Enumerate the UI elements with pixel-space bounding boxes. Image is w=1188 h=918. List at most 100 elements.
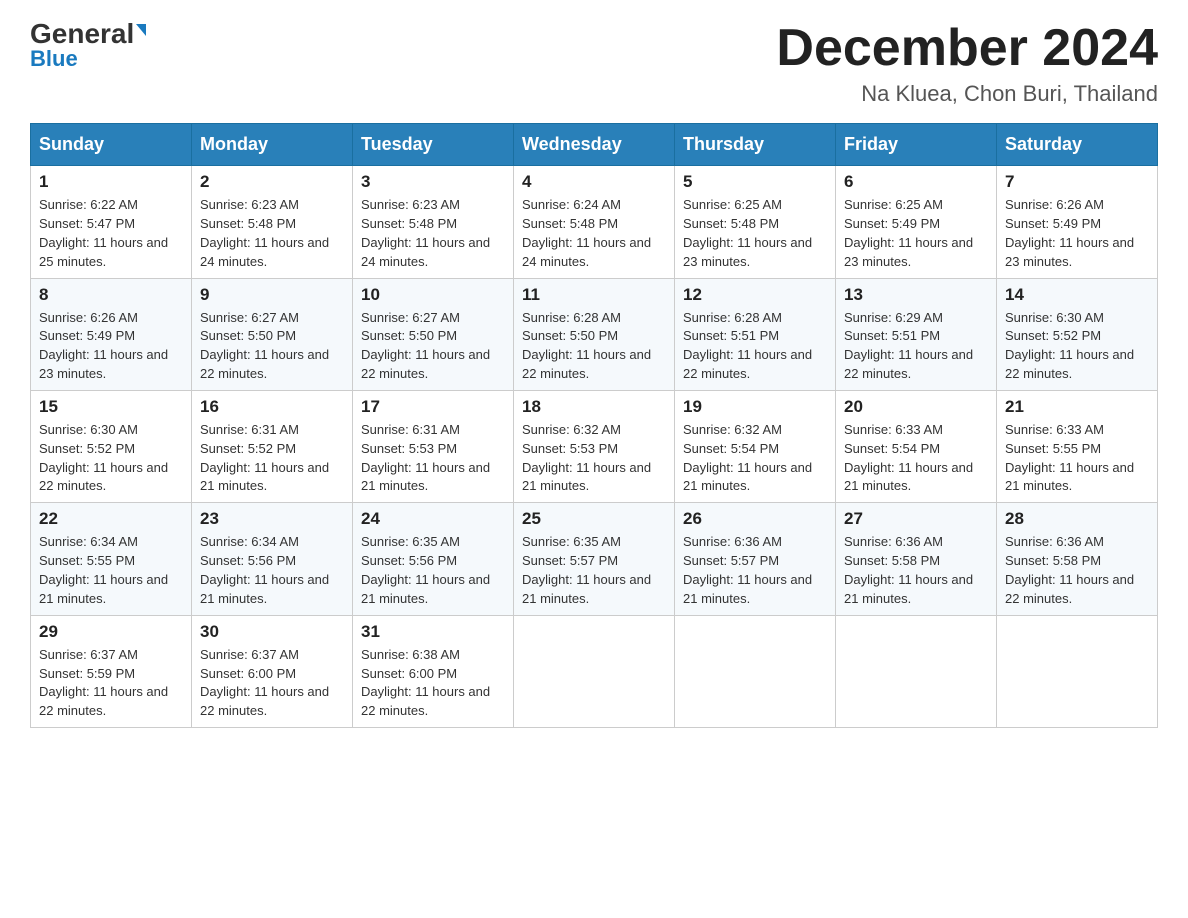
header: General Blue December 2024 Na Kluea, Cho… [30, 20, 1158, 107]
day-info: Sunrise: 6:37 AMSunset: 5:59 PMDaylight:… [39, 646, 183, 721]
calendar-cell: 22 Sunrise: 6:34 AMSunset: 5:55 PMDaylig… [31, 503, 192, 615]
calendar-cell: 13 Sunrise: 6:29 AMSunset: 5:51 PMDaylig… [836, 278, 997, 390]
weekday-header-thursday: Thursday [675, 124, 836, 166]
calendar-cell: 1 Sunrise: 6:22 AMSunset: 5:47 PMDayligh… [31, 166, 192, 278]
calendar-cell: 3 Sunrise: 6:23 AMSunset: 5:48 PMDayligh… [353, 166, 514, 278]
calendar-cell: 6 Sunrise: 6:25 AMSunset: 5:49 PMDayligh… [836, 166, 997, 278]
day-info: Sunrise: 6:27 AMSunset: 5:50 PMDaylight:… [361, 309, 505, 384]
calendar-cell: 18 Sunrise: 6:32 AMSunset: 5:53 PMDaylig… [514, 390, 675, 502]
calendar-cell: 7 Sunrise: 6:26 AMSunset: 5:49 PMDayligh… [997, 166, 1158, 278]
logo-general: General [30, 20, 134, 48]
calendar-cell: 27 Sunrise: 6:36 AMSunset: 5:58 PMDaylig… [836, 503, 997, 615]
calendar-cell: 30 Sunrise: 6:37 AMSunset: 6:00 PMDaylig… [192, 615, 353, 727]
day-number: 5 [683, 172, 827, 192]
calendar-cell: 29 Sunrise: 6:37 AMSunset: 5:59 PMDaylig… [31, 615, 192, 727]
day-number: 16 [200, 397, 344, 417]
calendar-cell: 5 Sunrise: 6:25 AMSunset: 5:48 PMDayligh… [675, 166, 836, 278]
day-number: 2 [200, 172, 344, 192]
day-info: Sunrise: 6:28 AMSunset: 5:50 PMDaylight:… [522, 309, 666, 384]
weekday-header-monday: Monday [192, 124, 353, 166]
day-number: 23 [200, 509, 344, 529]
calendar-week-row: 15 Sunrise: 6:30 AMSunset: 5:52 PMDaylig… [31, 390, 1158, 502]
calendar-cell: 2 Sunrise: 6:23 AMSunset: 5:48 PMDayligh… [192, 166, 353, 278]
day-info: Sunrise: 6:24 AMSunset: 5:48 PMDaylight:… [522, 196, 666, 271]
calendar-cell: 15 Sunrise: 6:30 AMSunset: 5:52 PMDaylig… [31, 390, 192, 502]
calendar-cell: 17 Sunrise: 6:31 AMSunset: 5:53 PMDaylig… [353, 390, 514, 502]
day-number: 15 [39, 397, 183, 417]
day-number: 29 [39, 622, 183, 642]
day-number: 27 [844, 509, 988, 529]
day-info: Sunrise: 6:33 AMSunset: 5:54 PMDaylight:… [844, 421, 988, 496]
calendar-cell: 26 Sunrise: 6:36 AMSunset: 5:57 PMDaylig… [675, 503, 836, 615]
weekday-header-sunday: Sunday [31, 124, 192, 166]
day-info: Sunrise: 6:34 AMSunset: 5:55 PMDaylight:… [39, 533, 183, 608]
day-number: 9 [200, 285, 344, 305]
day-number: 31 [361, 622, 505, 642]
calendar-cell: 11 Sunrise: 6:28 AMSunset: 5:50 PMDaylig… [514, 278, 675, 390]
day-number: 19 [683, 397, 827, 417]
day-number: 17 [361, 397, 505, 417]
calendar-cell: 9 Sunrise: 6:27 AMSunset: 5:50 PMDayligh… [192, 278, 353, 390]
day-number: 12 [683, 285, 827, 305]
day-number: 26 [683, 509, 827, 529]
day-info: Sunrise: 6:32 AMSunset: 5:54 PMDaylight:… [683, 421, 827, 496]
calendar-cell: 14 Sunrise: 6:30 AMSunset: 5:52 PMDaylig… [997, 278, 1158, 390]
calendar-cell [675, 615, 836, 727]
weekday-header-saturday: Saturday [997, 124, 1158, 166]
day-info: Sunrise: 6:30 AMSunset: 5:52 PMDaylight:… [1005, 309, 1149, 384]
month-title: December 2024 [776, 20, 1158, 77]
day-info: Sunrise: 6:37 AMSunset: 6:00 PMDaylight:… [200, 646, 344, 721]
title-area: December 2024 Na Kluea, Chon Buri, Thail… [776, 20, 1158, 107]
day-number: 21 [1005, 397, 1149, 417]
calendar-cell: 4 Sunrise: 6:24 AMSunset: 5:48 PMDayligh… [514, 166, 675, 278]
day-number: 24 [361, 509, 505, 529]
weekday-header-tuesday: Tuesday [353, 124, 514, 166]
day-number: 14 [1005, 285, 1149, 305]
day-info: Sunrise: 6:27 AMSunset: 5:50 PMDaylight:… [200, 309, 344, 384]
day-info: Sunrise: 6:31 AMSunset: 5:52 PMDaylight:… [200, 421, 344, 496]
day-info: Sunrise: 6:26 AMSunset: 5:49 PMDaylight:… [1005, 196, 1149, 271]
day-number: 8 [39, 285, 183, 305]
day-info: Sunrise: 6:29 AMSunset: 5:51 PMDaylight:… [844, 309, 988, 384]
day-number: 11 [522, 285, 666, 305]
day-info: Sunrise: 6:34 AMSunset: 5:56 PMDaylight:… [200, 533, 344, 608]
calendar-week-row: 29 Sunrise: 6:37 AMSunset: 5:59 PMDaylig… [31, 615, 1158, 727]
day-number: 6 [844, 172, 988, 192]
day-info: Sunrise: 6:28 AMSunset: 5:51 PMDaylight:… [683, 309, 827, 384]
calendar-cell: 12 Sunrise: 6:28 AMSunset: 5:51 PMDaylig… [675, 278, 836, 390]
day-number: 10 [361, 285, 505, 305]
day-info: Sunrise: 6:31 AMSunset: 5:53 PMDaylight:… [361, 421, 505, 496]
weekday-header-wednesday: Wednesday [514, 124, 675, 166]
calendar-week-row: 1 Sunrise: 6:22 AMSunset: 5:47 PMDayligh… [31, 166, 1158, 278]
day-info: Sunrise: 6:30 AMSunset: 5:52 PMDaylight:… [39, 421, 183, 496]
calendar-cell: 10 Sunrise: 6:27 AMSunset: 5:50 PMDaylig… [353, 278, 514, 390]
day-number: 22 [39, 509, 183, 529]
day-info: Sunrise: 6:25 AMSunset: 5:49 PMDaylight:… [844, 196, 988, 271]
calendar-table: SundayMondayTuesdayWednesdayThursdayFrid… [30, 123, 1158, 728]
day-number: 18 [522, 397, 666, 417]
calendar-cell [514, 615, 675, 727]
day-info: Sunrise: 6:35 AMSunset: 5:57 PMDaylight:… [522, 533, 666, 608]
calendar-cell [997, 615, 1158, 727]
logo-triangle-icon [136, 24, 146, 36]
day-info: Sunrise: 6:33 AMSunset: 5:55 PMDaylight:… [1005, 421, 1149, 496]
calendar-cell: 23 Sunrise: 6:34 AMSunset: 5:56 PMDaylig… [192, 503, 353, 615]
day-info: Sunrise: 6:38 AMSunset: 6:00 PMDaylight:… [361, 646, 505, 721]
location-title: Na Kluea, Chon Buri, Thailand [776, 81, 1158, 107]
day-info: Sunrise: 6:26 AMSunset: 5:49 PMDaylight:… [39, 309, 183, 384]
calendar-cell: 24 Sunrise: 6:35 AMSunset: 5:56 PMDaylig… [353, 503, 514, 615]
calendar-cell: 20 Sunrise: 6:33 AMSunset: 5:54 PMDaylig… [836, 390, 997, 502]
calendar-cell: 28 Sunrise: 6:36 AMSunset: 5:58 PMDaylig… [997, 503, 1158, 615]
day-number: 3 [361, 172, 505, 192]
calendar-cell: 25 Sunrise: 6:35 AMSunset: 5:57 PMDaylig… [514, 503, 675, 615]
weekday-header-row: SundayMondayTuesdayWednesdayThursdayFrid… [31, 124, 1158, 166]
day-info: Sunrise: 6:36 AMSunset: 5:58 PMDaylight:… [1005, 533, 1149, 608]
calendar-week-row: 22 Sunrise: 6:34 AMSunset: 5:55 PMDaylig… [31, 503, 1158, 615]
day-info: Sunrise: 6:22 AMSunset: 5:47 PMDaylight:… [39, 196, 183, 271]
calendar-cell: 16 Sunrise: 6:31 AMSunset: 5:52 PMDaylig… [192, 390, 353, 502]
day-number: 4 [522, 172, 666, 192]
day-info: Sunrise: 6:25 AMSunset: 5:48 PMDaylight:… [683, 196, 827, 271]
day-info: Sunrise: 6:32 AMSunset: 5:53 PMDaylight:… [522, 421, 666, 496]
calendar-cell: 8 Sunrise: 6:26 AMSunset: 5:49 PMDayligh… [31, 278, 192, 390]
calendar-cell: 31 Sunrise: 6:38 AMSunset: 6:00 PMDaylig… [353, 615, 514, 727]
